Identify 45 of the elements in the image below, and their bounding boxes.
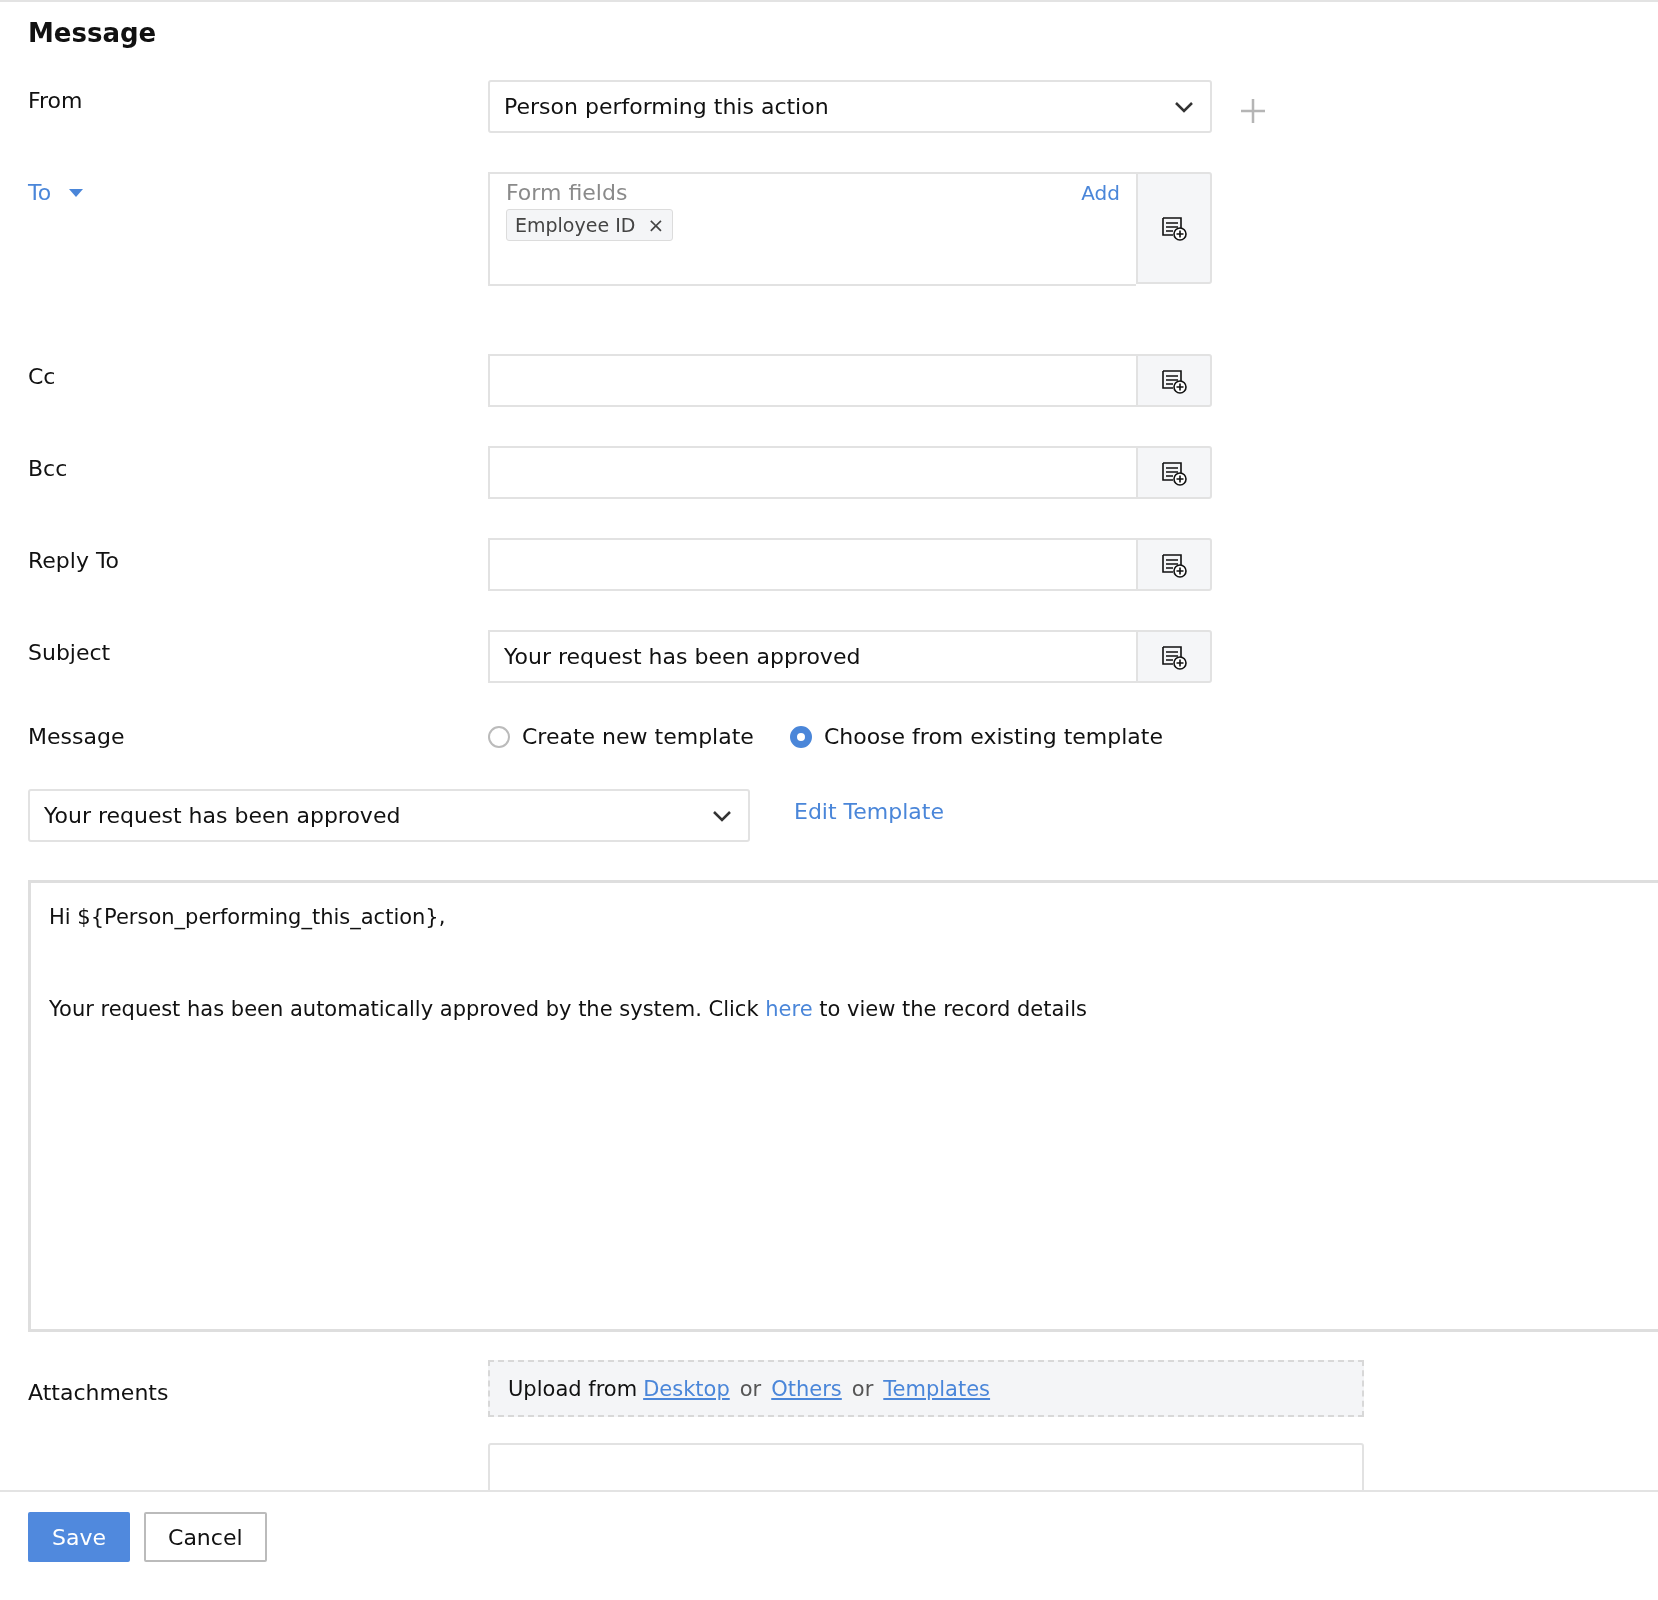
template-radio-option[interactable]: Choose from existing template — [789, 724, 1163, 749]
input-field[interactable] — [488, 446, 1136, 499]
section-title: Message — [28, 18, 158, 50]
list-add-icon — [1160, 643, 1188, 670]
save-button[interactable]: Save — [28, 1512, 130, 1562]
chevron-down-icon — [1174, 100, 1194, 113]
caret-down-icon — [69, 188, 84, 197]
insert-field-button[interactable] — [1136, 172, 1212, 284]
separator-text: or — [851, 1376, 874, 1401]
tag-label: Employee ID — [515, 214, 636, 236]
cancel-button[interactable]: Cancel — [144, 1512, 267, 1562]
body-text: Your request has been automatically approved by the system. Click here to view the record details — [49, 997, 1088, 1021]
field-placeholder: Form fields — [506, 180, 628, 205]
greeting-text: Hi ${Person_performing_this_action}, — [49, 905, 447, 929]
input-field[interactable] — [488, 538, 1136, 591]
list-add-icon — [1160, 367, 1188, 394]
insert-field-button[interactable] — [1136, 538, 1212, 591]
insert-field-button[interactable] — [1136, 354, 1212, 407]
recipient-field[interactable]: Form fields Add Employee ID × — [488, 172, 1136, 286]
list-add-icon — [1160, 215, 1188, 241]
field-label: Cc — [28, 363, 57, 389]
to-dropdown[interactable]: To — [28, 172, 84, 205]
separator-text: or — [739, 1376, 762, 1401]
insert-field-button[interactable] — [1136, 446, 1212, 499]
template-dropdown[interactable]: Your request has been approved — [28, 789, 750, 842]
template-radio-option[interactable]: Create new template — [488, 724, 754, 749]
field-label: Attachments — [28, 1379, 170, 1405]
remove-tag-button[interactable]: × — [647, 213, 665, 237]
field-label: Message — [28, 724, 126, 749]
chevron-down-icon — [712, 809, 732, 822]
field-label: Bcc — [28, 455, 69, 481]
field-label: Reply To — [28, 547, 121, 573]
here-link[interactable]: here — [765, 997, 813, 1021]
add-link[interactable]: Add — [1081, 180, 1120, 205]
message-editor[interactable]: Hi ${Person_performing_this_action}, Your request has been automatically approved by the system. Click here to view the record details — [28, 880, 1658, 1332]
list-add-icon — [1160, 459, 1188, 486]
from-dropdown[interactable]: Person performing this action — [488, 80, 1212, 133]
edit-template-link[interactable]: Edit Template — [794, 799, 944, 824]
list-add-icon — [1160, 551, 1188, 578]
field-label: From — [28, 87, 84, 113]
input-field[interactable] — [488, 354, 1136, 407]
input-field[interactable]: Your request has been approved — [488, 630, 1136, 683]
field-label: Subject — [28, 639, 112, 665]
upload-label: Upload from — [508, 1376, 638, 1401]
insert-field-button[interactable] — [1136, 630, 1212, 683]
